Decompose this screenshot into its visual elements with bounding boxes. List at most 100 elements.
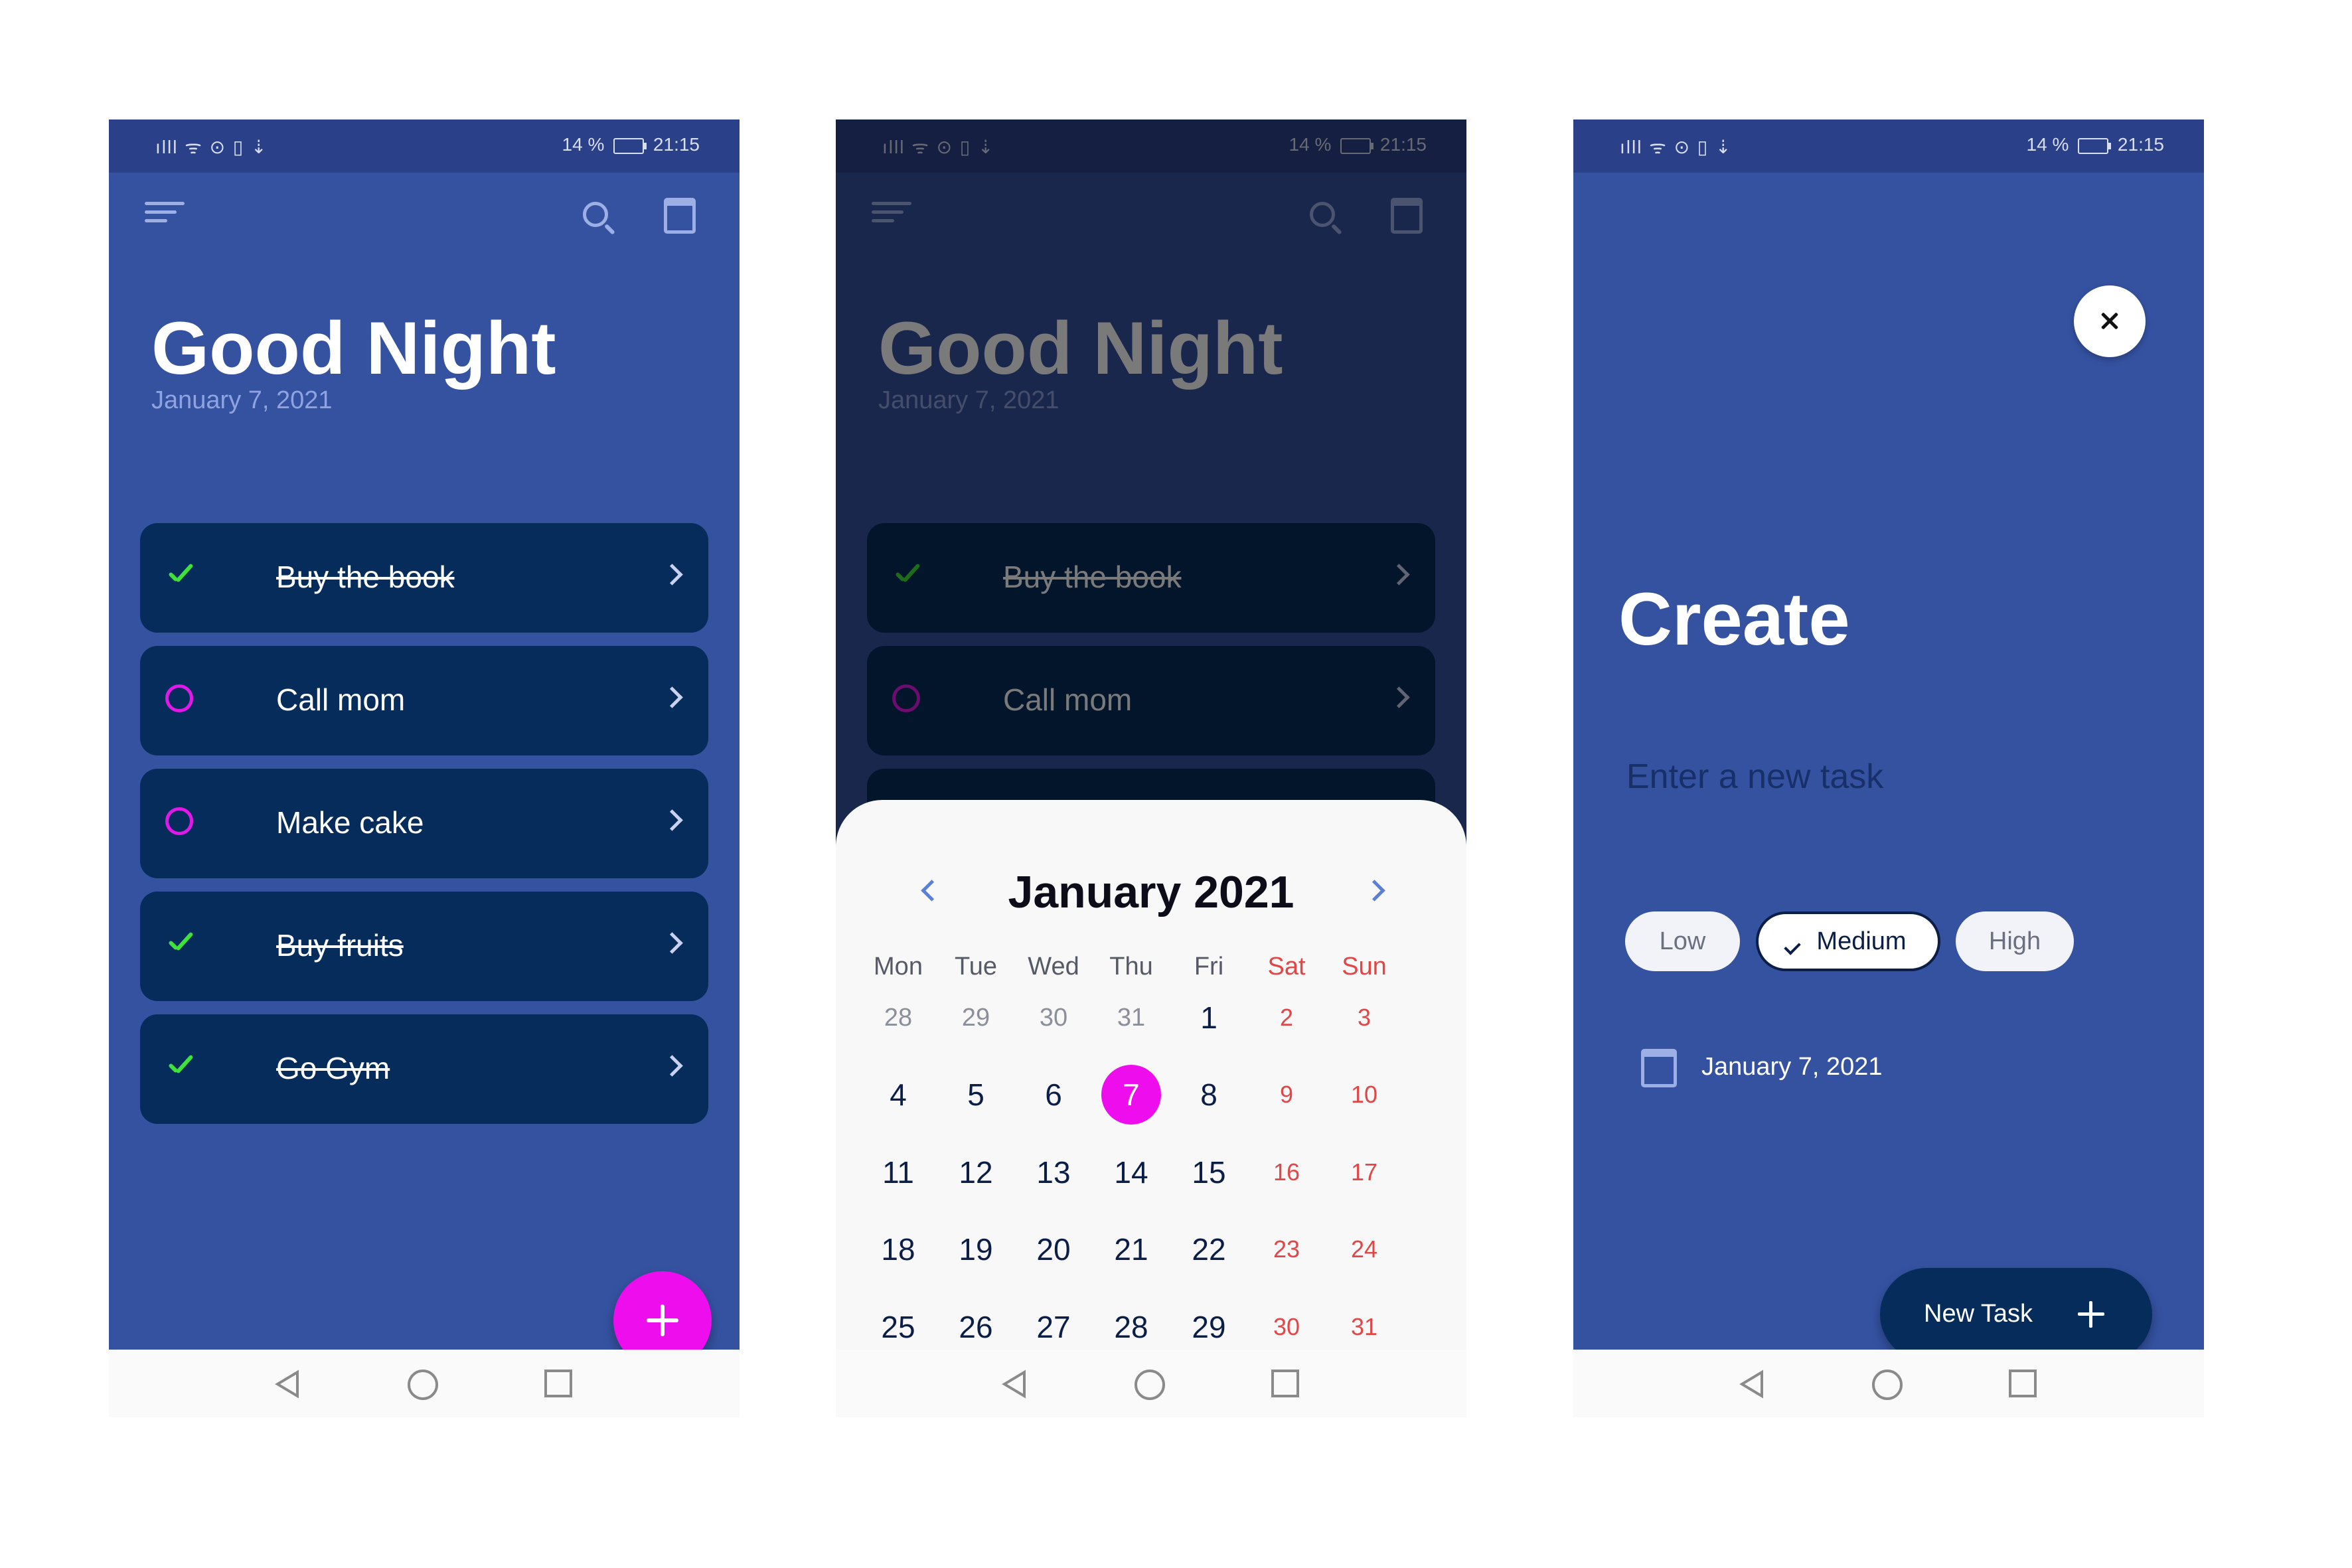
task-input[interactable] xyxy=(1626,750,2091,803)
home-icon[interactable] xyxy=(1872,1370,1903,1400)
calendar-day[interactable]: 24 xyxy=(1326,1219,1403,1279)
task-label: Buy fruits xyxy=(276,928,404,963)
due-date[interactable]: January 7, 2021 xyxy=(1701,1053,1883,1081)
battery-icon xyxy=(2078,137,2112,154)
recents-icon[interactable] xyxy=(1271,1370,1299,1397)
calendar-sheet: January 2021 Mon Tue Wed Thu Fri Sat Sun… xyxy=(836,800,1466,1417)
calendar-day[interactable]: 26 xyxy=(937,1297,1014,1357)
calendar-day[interactable]: 9 xyxy=(1248,1065,1325,1125)
calendar-day[interactable]: 4 xyxy=(860,1065,937,1125)
check-icon xyxy=(1784,938,1801,955)
menu-icon[interactable] xyxy=(145,202,185,228)
status-icons: ılll ᯤ ⊙ ▯ ⇣ xyxy=(1620,137,1733,157)
calendar-day[interactable]: 29 xyxy=(937,988,1014,1048)
recents-icon[interactable] xyxy=(2009,1370,2037,1397)
calendar-day[interactable]: 2 xyxy=(1248,988,1325,1048)
weekday-label: Thu xyxy=(1109,953,1153,980)
calendar-day[interactable]: 5 xyxy=(937,1065,1014,1125)
calendar-day[interactable]: 22 xyxy=(1170,1219,1247,1279)
greeting-title: Good Night xyxy=(151,307,556,390)
back-icon[interactable] xyxy=(1738,1370,1767,1399)
task-item[interactable]: Call mom xyxy=(140,646,708,755)
task-label: Go Gym xyxy=(276,1051,390,1085)
weekday-label: Mon xyxy=(874,953,923,980)
back-icon[interactable] xyxy=(274,1370,303,1399)
task-label: Make cake xyxy=(276,805,424,840)
task-item[interactable]: Make cake xyxy=(140,769,708,878)
system-nav-bar xyxy=(109,1350,740,1417)
check-icon[interactable] xyxy=(165,930,195,959)
chevron-right-icon xyxy=(661,932,683,954)
calendar-day[interactable]: 20 xyxy=(1015,1219,1092,1279)
phone-calendar: ılll ᯤ ⊙ ▯ ⇣ 14 % 21:15 Good Night Janua… xyxy=(836,119,1466,1417)
check-icon[interactable] xyxy=(165,562,195,591)
task-item[interactable]: Buy the book xyxy=(140,523,708,633)
battery-percent: 14 % xyxy=(2026,134,2069,155)
calendar-icon[interactable] xyxy=(664,198,696,234)
calendar-day[interactable]: 31 xyxy=(1326,1297,1403,1357)
calendar-day[interactable]: 18 xyxy=(860,1219,937,1279)
phone-home: ılll ᯤ ⊙ ▯ ⇣ 14 % 21:15 Good Night Janua… xyxy=(109,119,740,1417)
create-screen: Create Low Medium High January 7, 2021 N… xyxy=(1573,173,2204,1361)
current-date: January 7, 2021 xyxy=(151,386,333,414)
weekday-label: Wed xyxy=(1028,953,1079,980)
calendar-icon[interactable] xyxy=(1641,1049,1677,1087)
calendar-day[interactable]: 28 xyxy=(860,988,937,1048)
back-icon[interactable] xyxy=(1000,1370,1030,1399)
calendar-day[interactable]: 27 xyxy=(1015,1297,1092,1357)
calendar-day[interactable]: 17 xyxy=(1326,1142,1403,1202)
status-right: 14 % 21:15 xyxy=(2027,134,2164,155)
calendar-day[interactable]: 13 xyxy=(1015,1142,1092,1202)
weekday-label: Sat xyxy=(1267,953,1306,980)
calendar-day[interactable]: 10 xyxy=(1326,1065,1403,1125)
calendar-day[interactable]: 23 xyxy=(1248,1219,1325,1279)
task-item[interactable]: Go Gym xyxy=(140,1014,708,1124)
home-icon[interactable] xyxy=(1135,1370,1165,1400)
calendar-day[interactable]: 11 xyxy=(860,1142,937,1202)
priority-medium-chip[interactable]: Medium xyxy=(1756,911,1940,971)
calendar-day[interactable]: 19 xyxy=(937,1219,1014,1279)
calendar-day[interactable]: 28 xyxy=(1093,1297,1170,1357)
chevron-right-icon xyxy=(661,809,683,831)
calendar-day[interactable]: 31 xyxy=(1093,988,1170,1048)
calendar-day[interactable]: 30 xyxy=(1248,1297,1325,1357)
priority-medium-label: Medium xyxy=(1816,927,1907,955)
chevron-right-icon xyxy=(661,1055,683,1077)
calendar-day[interactable]: 8 xyxy=(1170,1065,1247,1125)
task-label: Buy the book xyxy=(276,560,455,594)
calendar-day[interactable]: 12 xyxy=(937,1142,1014,1202)
calendar-day[interactable]: 6 xyxy=(1015,1065,1092,1125)
calendar-day-selected[interactable]: 7 xyxy=(1093,1065,1170,1125)
status-right: 14 % 21:15 xyxy=(562,134,700,155)
weekday-label: Sun xyxy=(1342,953,1387,980)
circle-icon[interactable] xyxy=(165,807,193,835)
system-nav-bar xyxy=(1573,1350,2204,1417)
task-item[interactable]: Buy fruits xyxy=(140,892,708,1001)
calendar-day[interactable]: 30 xyxy=(1015,988,1092,1048)
check-icon[interactable] xyxy=(165,1053,195,1082)
home-icon[interactable] xyxy=(408,1370,438,1400)
calendar-day[interactable]: 1 xyxy=(1170,988,1247,1048)
phone-create: ılll ᯤ ⊙ ▯ ⇣ 14 % 21:15 Create Low Mediu… xyxy=(1573,119,2204,1417)
calendar-day[interactable]: 3 xyxy=(1326,988,1403,1048)
calendar-day[interactable]: 25 xyxy=(860,1297,937,1357)
priority-high-chip[interactable]: High xyxy=(1956,911,2074,971)
battery-icon xyxy=(613,137,647,154)
new-task-button[interactable]: New Task xyxy=(1880,1268,2152,1361)
calendar-day[interactable]: 16 xyxy=(1248,1142,1325,1202)
calendar-day[interactable]: 21 xyxy=(1093,1219,1170,1279)
clock: 21:15 xyxy=(2117,134,2164,155)
calendar-day[interactable]: 15 xyxy=(1170,1142,1247,1202)
home-screen: Good Night January 7, 2021 Buy the book … xyxy=(109,173,740,1370)
battery-percent: 14 % xyxy=(562,134,605,155)
circle-icon[interactable] xyxy=(165,684,193,712)
system-nav-bar xyxy=(836,1350,1466,1417)
task-label: Call mom xyxy=(276,682,406,717)
recents-icon[interactable] xyxy=(544,1370,572,1397)
priority-low-chip[interactable]: Low xyxy=(1625,911,1740,971)
close-button[interactable] xyxy=(2074,285,2146,357)
calendar-day[interactable]: 14 xyxy=(1093,1142,1170,1202)
calendar-day[interactable]: 29 xyxy=(1170,1297,1247,1357)
search-icon[interactable] xyxy=(580,199,617,236)
chevron-right-icon xyxy=(661,564,683,586)
